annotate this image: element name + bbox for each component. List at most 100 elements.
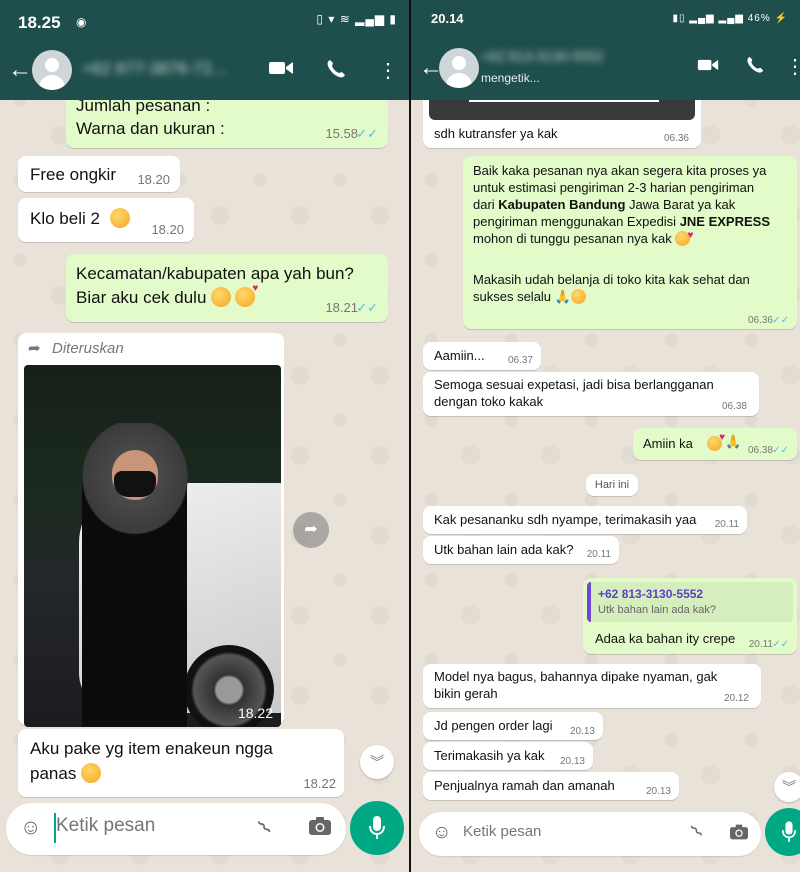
message-input-bar[interactable]: ☺ ⌇ xyxy=(6,803,346,855)
message-text: Adaa ka bahan ity crepe xyxy=(595,631,736,646)
mic-button[interactable] xyxy=(350,801,404,855)
message-time: 20.11 xyxy=(748,639,773,650)
chat-header: ← +62 813-3130-5552 mengetik... ⋮ xyxy=(411,38,800,100)
camera-icon[interactable] xyxy=(729,823,749,846)
image-message[interactable]: sdh kutransfer ya kak 06.36 xyxy=(423,92,701,148)
chat-screen-left: 18.25 ◉ ▯ ▾ ≋ ▂▄▆ ▮ ← +62 877-3876-72...… xyxy=(0,0,409,872)
message-bubble[interactable]: Aku pake yg item enakeun ngga panas 18.2… xyxy=(18,729,344,797)
message-text: Amiin ka xyxy=(643,436,693,451)
read-ticks-icon: ✓✓ xyxy=(772,445,789,456)
message-bubble[interactable]: Kecamatan/kabupaten apa yah bun? Biar ak… xyxy=(66,254,388,322)
status-time: 20.14 xyxy=(431,11,464,26)
scroll-down-icon[interactable]: ︾ xyxy=(774,772,800,802)
mic-button[interactable] xyxy=(765,808,800,856)
message-input-bar[interactable]: ☺ ⌇ xyxy=(419,812,761,856)
back-arrow-icon[interactable]: ← xyxy=(8,56,32,84)
message-line: Warna dan ukuran : xyxy=(76,119,225,138)
message-time: 18.22 xyxy=(237,705,273,721)
avatar[interactable] xyxy=(439,48,479,88)
message-time: 20.13 xyxy=(559,756,585,767)
chat-header: ← +62 877-3876-72... ⋮ xyxy=(0,44,409,100)
read-ticks-icon: ✓✓ xyxy=(772,315,789,326)
contact-name[interactable]: +62 813-3130-5552 xyxy=(481,48,604,64)
message-text: sdh kutransfer ya kak xyxy=(434,126,558,141)
status-indicators-icon: ▯ ▾ ≋ ▂▄▆ ▮ xyxy=(316,12,397,26)
message-line: panas xyxy=(30,764,77,783)
typing-status: mengetik... xyxy=(481,71,540,85)
heart-face-emoji-icon xyxy=(675,227,693,246)
praying-hands-emoji-icon: 🙏 xyxy=(725,434,742,449)
message-time: 20.11 xyxy=(714,519,739,530)
message-text: Baik kaka pesanan nya akan segera kita p… xyxy=(473,162,791,305)
read-ticks-icon: ✓✓ xyxy=(772,639,789,650)
message-input[interactable] xyxy=(463,823,653,840)
more-options-icon[interactable]: ⋮ xyxy=(785,54,800,79)
message-time: 06.37 xyxy=(507,355,533,366)
message-bubble[interactable]: Baik kaka pesanan nya akan segera kita p… xyxy=(463,156,797,329)
message-bubble[interactable]: Penjualnya ramah dan amanah 20.13 xyxy=(423,772,679,800)
heart-face-emoji-icon xyxy=(707,432,725,451)
message-time: 15.58 xyxy=(325,126,358,141)
message-time: 06.36 xyxy=(747,315,773,326)
hugging-emoji-icon xyxy=(110,208,130,228)
photo[interactable]: 18.22 xyxy=(24,365,281,727)
message-line: Aku pake yg item enakeun ngga xyxy=(30,739,273,758)
video-call-icon[interactable] xyxy=(697,56,719,80)
video-call-icon[interactable] xyxy=(268,58,294,84)
read-ticks-icon: ✓✓ xyxy=(356,300,378,315)
smile-emoji-icon xyxy=(570,289,586,304)
avatar[interactable] xyxy=(32,50,72,90)
message-text: Aamiin... xyxy=(434,348,485,363)
message-line: dengan toko kakak xyxy=(434,394,544,409)
attach-icon[interactable]: ⌇ xyxy=(253,815,278,840)
smile-emoji-icon xyxy=(210,287,231,307)
emoji-icon[interactable]: ☺ xyxy=(20,816,41,840)
message-line: Semoga sesuai expetasi, jadi bisa berlan… xyxy=(434,377,714,392)
message-text: Kak pesananku sdh nyampe, terimakasih ya… xyxy=(434,512,697,527)
message-time: 20.13 xyxy=(569,726,595,737)
status-bar: 18.25 ◉ ▯ ▾ ≋ ▂▄▆ ▮ xyxy=(0,0,409,44)
message-line: Biar aku cek dulu xyxy=(76,288,207,307)
camera-icon[interactable] xyxy=(308,815,332,842)
message-bubble[interactable]: Model nya bagus, bahannya dipake nyaman,… xyxy=(423,664,761,708)
attach-icon[interactable]: ⌇ xyxy=(687,821,708,842)
message-input[interactable] xyxy=(56,815,246,837)
phone-icon[interactable] xyxy=(745,55,765,81)
reply-message-bubble[interactable]: +62 813-3130-5552 Utk bahan lain ada kak… xyxy=(583,578,797,654)
message-bubble[interactable]: Klo beli 2 18.20 xyxy=(18,198,194,242)
praying-hands-emoji-icon: 🙏 xyxy=(554,289,571,304)
message-bubble[interactable]: Kak pesananku sdh nyampe, terimakasih ya… xyxy=(423,506,747,534)
message-time: 20.11 xyxy=(586,549,611,560)
message-bubble[interactable]: Free ongkir 18.20 xyxy=(18,156,180,192)
message-text: Klo beli 2 xyxy=(30,209,100,228)
message-bubble[interactable]: Aamiin... 06.37 xyxy=(423,342,541,370)
message-text: Penjualnya ramah dan amanah xyxy=(434,778,615,793)
forwarded-label: Diteruskan xyxy=(52,340,124,357)
contact-name[interactable]: +62 877-3876-72... xyxy=(82,59,226,79)
scroll-down-icon[interactable]: ︾ xyxy=(360,745,394,779)
phone-icon[interactable] xyxy=(325,58,347,86)
forwarded-image-message[interactable]: ➦ Diteruskan 18.22 xyxy=(18,333,284,727)
message-time: 20.13 xyxy=(645,786,671,797)
status-bar: 20.14 ▮▯ ▂▄▆ ▂▄▆ 46% ⚡ xyxy=(411,0,800,38)
message-text: Free ongkir xyxy=(30,165,116,184)
read-ticks-icon: ✓✓ xyxy=(356,126,378,141)
message-bubble[interactable]: Jd pengen order lagi 20.13 xyxy=(423,712,603,740)
message-bubble[interactable]: Amiin ka 🙏 06.38 ✓✓ xyxy=(633,428,797,460)
message-text: Terimakasih ya kak xyxy=(434,748,545,763)
message-time: 18.21 xyxy=(325,300,358,315)
forward-button[interactable]: ➦ xyxy=(293,512,329,548)
message-line: Kecamatan/kabupaten apa yah bun? xyxy=(76,264,354,283)
quoted-sender: +62 813-3130-5552 xyxy=(598,587,704,601)
message-time: 18.20 xyxy=(151,222,184,237)
mask-image xyxy=(114,471,156,497)
more-options-icon[interactable]: ⋮ xyxy=(378,58,398,83)
message-text: Utk bahan lain ada kak? xyxy=(434,542,574,557)
emoji-icon[interactable]: ☺ xyxy=(432,822,451,844)
message-bubble[interactable]: Semoga sesuai expetasi, jadi bisa berlan… xyxy=(423,372,759,416)
quoted-message[interactable]: +62 813-3130-5552 Utk bahan lain ada kak… xyxy=(587,582,793,622)
message-bubble[interactable]: Utk bahan lain ada kak? 20.11 xyxy=(423,536,619,564)
date-chip: Hari ini xyxy=(586,474,638,496)
message-bubble[interactable]: Terimakasih ya kak 20.13 xyxy=(423,742,593,770)
quoted-text: Utk bahan lain ada kak? xyxy=(598,604,717,616)
